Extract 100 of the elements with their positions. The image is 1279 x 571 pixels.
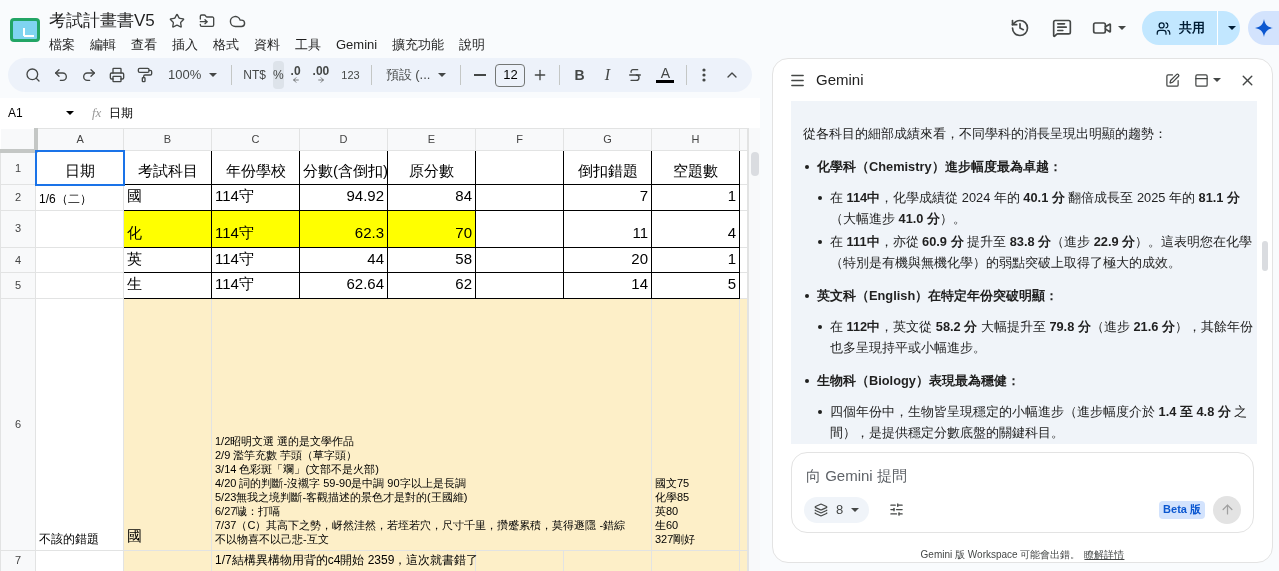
- table-cell[interactable]: 114守: [211, 247, 300, 273]
- number-format-button[interactable]: 123: [336, 61, 365, 89]
- column-header[interactable]: B: [123, 128, 212, 151]
- column-header[interactable]: G: [563, 128, 652, 151]
- table-cell[interactable]: 1: [651, 247, 740, 273]
- sources-button[interactable]: 8: [804, 496, 870, 523]
- comment-icon[interactable]: [1052, 18, 1072, 38]
- learn-more-link[interactable]: 瞭解詳情: [1084, 547, 1125, 562]
- menu-item[interactable]: 格式: [213, 35, 239, 55]
- table-cell[interactable]: 年份學校: [211, 150, 300, 185]
- table-cell[interactable]: 20: [563, 247, 652, 273]
- increase-decimal-button[interactable]: .00: [307, 61, 335, 89]
- star-icon[interactable]: [168, 13, 185, 29]
- table-cell[interactable]: 7: [563, 184, 652, 210]
- bold-button[interactable]: B: [566, 61, 593, 89]
- formula-field[interactable]: 日期: [109, 104, 134, 122]
- share-button[interactable]: 共用: [1142, 11, 1240, 45]
- menu-item[interactable]: 說明: [459, 35, 486, 55]
- cell-text: 英: [127, 249, 142, 267]
- table-cell[interactable]: 不該的錯題: [35, 298, 124, 550]
- spreadsheet-logo-icon[interactable]: [10, 18, 40, 42]
- table-cell[interactable]: [475, 272, 564, 298]
- row-header[interactable]: 2: [0, 184, 36, 210]
- table-cell[interactable]: 14: [563, 272, 652, 298]
- table-cell[interactable]: 94.92: [299, 184, 388, 210]
- font-dropdown[interactable]: 預設 (...: [377, 61, 455, 89]
- table-cell[interactable]: [475, 210, 564, 247]
- table-cell[interactable]: 考試科目: [123, 150, 212, 185]
- table-cell[interactable]: 生: [123, 272, 212, 298]
- move-folder-icon[interactable]: [198, 13, 215, 29]
- row-header[interactable]: 5: [0, 272, 36, 298]
- menu-item[interactable]: 查看: [131, 35, 157, 55]
- table-cell[interactable]: 84: [387, 184, 476, 210]
- currency-button[interactable]: NT$: [238, 61, 271, 89]
- table-cell[interactable]: 國: [123, 298, 212, 550]
- table-cell[interactable]: 114守: [211, 272, 300, 298]
- menu-item[interactable]: 檔案: [49, 35, 75, 55]
- table-cell[interactable]: 58: [387, 247, 476, 273]
- table-cell[interactable]: 日期: [35, 150, 124, 185]
- column-header[interactable]: C: [211, 128, 300, 151]
- percent-button[interactable]: %: [272, 61, 284, 89]
- menu-item[interactable]: 工具: [295, 35, 321, 55]
- view-dropdown[interactable]: [1194, 72, 1221, 88]
- column-header[interactable]: F: [475, 128, 564, 151]
- menu-item[interactable]: Gemini: [336, 35, 378, 55]
- scrollbar[interactable]: [748, 128, 760, 571]
- font-size-field[interactable]: 12: [495, 63, 526, 87]
- table-cell[interactable]: 62.64: [299, 272, 388, 298]
- table-cell[interactable]: 44: [299, 247, 388, 273]
- corner-cell[interactable]: [0, 128, 36, 151]
- table-cell[interactable]: [475, 150, 564, 185]
- table-cell[interactable]: 國: [123, 184, 212, 210]
- table-cell[interactable]: 11: [563, 210, 652, 247]
- table-cell[interactable]: 空題數: [651, 150, 740, 185]
- table-cell[interactable]: 原分數: [387, 150, 476, 185]
- row-header[interactable]: 6: [0, 298, 36, 550]
- text-color-button[interactable]: A: [650, 61, 681, 89]
- menu-item[interactable]: 擴充功能: [392, 35, 445, 55]
- table-cell[interactable]: 國文75 化學85 英80 生60 327剛好: [651, 298, 740, 550]
- table-cell[interactable]: 分數(含倒扣): [299, 150, 388, 185]
- menu-item[interactable]: 編輯: [90, 35, 116, 55]
- cell-text: 不該的錯題: [39, 531, 99, 546]
- column-header[interactable]: E: [387, 128, 476, 151]
- zoom-dropdown[interactable]: 100%: [160, 61, 226, 89]
- cell-text: 7: [639, 187, 648, 204]
- table-cell[interactable]: 62.3: [299, 210, 388, 247]
- table-cell[interactable]: 4: [651, 210, 740, 247]
- table-cell[interactable]: [475, 184, 564, 210]
- caret-icon: [209, 73, 218, 77]
- decrease-decimal-button[interactable]: .0: [285, 61, 306, 89]
- italic-button[interactable]: I: [594, 61, 621, 89]
- row-header[interactable]: 7: [0, 550, 36, 571]
- column-header[interactable]: A: [35, 128, 124, 151]
- table-cell[interactable]: [475, 247, 564, 273]
- column-header[interactable]: H: [651, 128, 740, 151]
- table-cell[interactable]: 114守: [211, 184, 300, 210]
- table-cell[interactable]: 1: [651, 184, 740, 210]
- menu-item[interactable]: 插入: [172, 35, 198, 55]
- menu-item[interactable]: 資料: [254, 35, 280, 55]
- table-cell[interactable]: 5: [651, 272, 740, 298]
- history-icon[interactable]: [1010, 18, 1030, 38]
- name-box[interactable]: A1: [0, 104, 82, 122]
- row-header[interactable]: 3: [0, 210, 36, 247]
- gemini-button[interactable]: [1248, 11, 1279, 45]
- table-cell[interactable]: 化: [123, 210, 212, 247]
- settings-icon[interactable]: [889, 502, 905, 517]
- scrollbar[interactable]: [1261, 241, 1268, 271]
- table-cell[interactable]: 英: [123, 247, 212, 273]
- prompt-box[interactable]: 向 Gemini 提問 8 Beta 版: [791, 452, 1254, 533]
- table-cell[interactable]: 1/6（二）: [35, 184, 124, 210]
- column-header[interactable]: D: [299, 128, 388, 151]
- table-cell[interactable]: 114守: [211, 210, 300, 247]
- document-title[interactable]: 考試計畫書V5: [49, 8, 155, 34]
- table-cell[interactable]: 62: [387, 272, 476, 298]
- table-cell[interactable]: 1/2昭明文選 選的是文學作品 2/9 濫竽充數 芋頭（草字頭） 3/14 色彩斑「斕」(文部不是火部) 4/20 詞的判斷-沒襯字 59-90是中調 90字以上是長調 5/23無我之境判斷-客觀描述的景色才是對的(王國維) 6/27噦：打嗝 7/37（C）其高下之勢，岈然洼然，若垤若穴，尺寸千里，攢蹙累積，莫得遯隱 -錯綜 不以物喜不以己悲-互文: [211, 298, 652, 550]
- table-cell[interactable]: 70: [387, 210, 476, 247]
- prompt-field[interactable]: 向 Gemini 提問: [804, 465, 1241, 488]
- table-cell[interactable]: 倒扣錯題: [563, 150, 652, 185]
- row-header[interactable]: 4: [0, 247, 36, 273]
- new-chat-icon[interactable]: [1165, 72, 1180, 88]
